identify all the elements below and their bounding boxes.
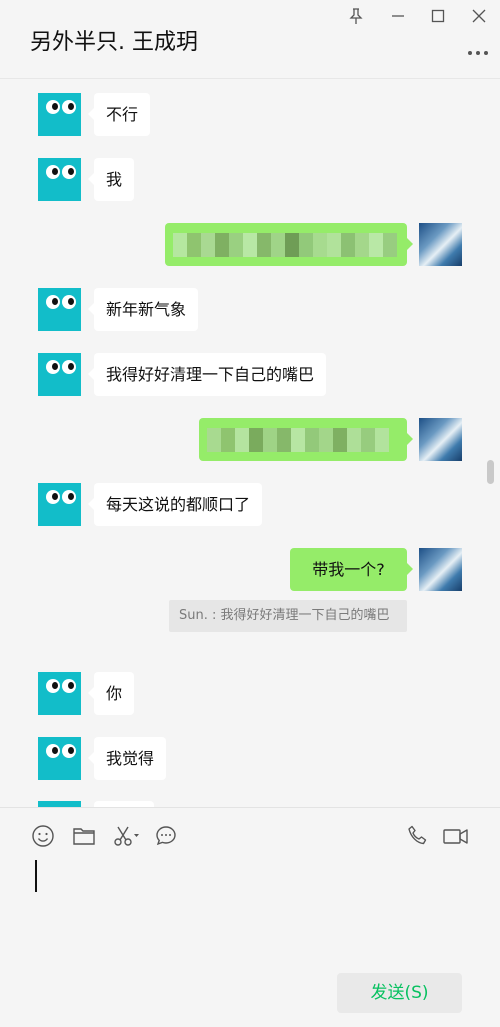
friend-avatar[interactable] xyxy=(38,483,81,526)
message-bubble[interactable]: 我 xyxy=(87,158,135,201)
folder-icon[interactable] xyxy=(72,824,98,850)
message-bubble[interactable]: 新年新气象 xyxy=(87,288,199,331)
video-call-icon[interactable] xyxy=(442,824,470,850)
self-avatar[interactable] xyxy=(419,223,462,266)
quoted-reply[interactable]: Sun. : 我得好好清理一下自己的嘴巴 xyxy=(169,600,407,632)
more-icon[interactable] xyxy=(466,40,490,60)
title-bar: 另外半只. 王成玥 xyxy=(0,0,500,79)
friend-avatar[interactable] xyxy=(38,158,81,201)
pixelated-content xyxy=(173,233,399,257)
pin-icon[interactable] xyxy=(344,4,368,28)
self-avatar[interactable] xyxy=(419,548,462,591)
self-avatar[interactable] xyxy=(419,418,462,461)
input-area: 发送(S) xyxy=(0,807,500,1027)
message-bubble[interactable]: 每天这说的都顺口了 xyxy=(87,483,263,526)
message-bubble[interactable]: 带我一个? xyxy=(290,548,413,591)
chat-title: 另外半只. 王成玥 xyxy=(30,30,198,55)
message-bubble[interactable]: 我得好好清理一下自己的嘴巴 xyxy=(87,353,327,396)
maximize-icon[interactable] xyxy=(426,4,450,28)
friend-avatar[interactable] xyxy=(38,288,81,331)
friend-avatar[interactable] xyxy=(38,672,81,715)
emoji-icon[interactable] xyxy=(31,824,57,850)
chat-history-icon[interactable] xyxy=(154,824,180,850)
minimize-icon[interactable] xyxy=(386,4,410,28)
friend-avatar[interactable] xyxy=(38,737,81,780)
friend-avatar[interactable] xyxy=(38,93,81,136)
message-bubble[interactable]: 我觉得 xyxy=(87,737,167,780)
send-button[interactable]: 发送(S) xyxy=(337,973,462,1013)
blurred-message-bubble[interactable] xyxy=(165,223,413,266)
message-bubble[interactable]: 不行 xyxy=(87,93,151,136)
message-bubble[interactable]: 你 xyxy=(87,672,135,715)
pixelated-content xyxy=(207,428,399,452)
close-icon[interactable] xyxy=(467,4,491,28)
scissors-icon[interactable] xyxy=(113,824,141,850)
scrollbar-thumb[interactable] xyxy=(487,460,494,484)
friend-avatar[interactable] xyxy=(38,353,81,396)
message-input[interactable] xyxy=(30,856,470,956)
phone-icon[interactable] xyxy=(406,824,432,850)
chat-messages[interactable]: 不行 我 新年新气象 我得好好清理一下自己的嘴巴 每天这说的都顺口了 带我一个?… xyxy=(0,79,500,807)
blurred-message-bubble[interactable] xyxy=(199,418,413,461)
